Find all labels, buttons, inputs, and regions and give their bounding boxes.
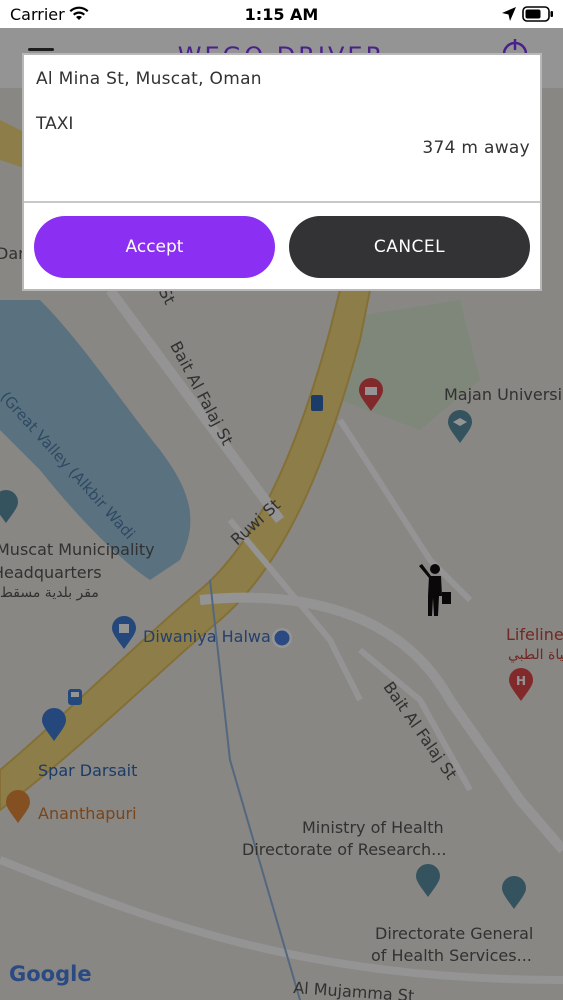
pickup-address: Al Mina St, Muscat, Oman [36, 69, 262, 89]
status-bar: Carrier 1:15 AM [0, 0, 563, 28]
ride-type: TAXI [36, 114, 74, 134]
ride-request-dialog: Al Mina St, Muscat, Oman TAXI 374 m away… [22, 53, 542, 291]
cancel-button[interactable]: CANCEL [289, 216, 530, 278]
dialog-divider [24, 201, 540, 203]
accept-button[interactable]: Accept [34, 216, 275, 278]
pickup-distance: 374 m away [422, 138, 530, 158]
clock: 1:15 AM [244, 5, 319, 24]
battery-icon [522, 6, 553, 22]
location-arrow-icon [502, 7, 516, 21]
